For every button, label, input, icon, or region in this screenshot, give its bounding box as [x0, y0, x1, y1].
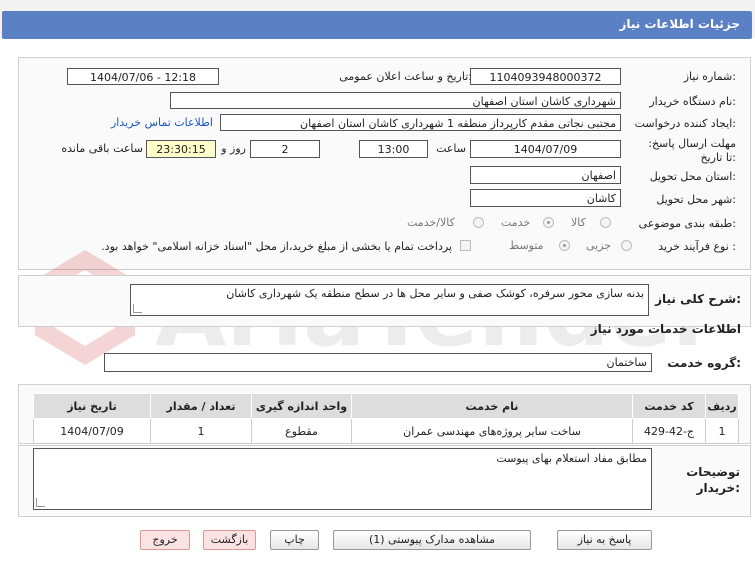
table-row: 1 ج-42-429 ساخت سایر پروژه‌های مهندسی عم… — [33, 418, 739, 444]
need-number-label: شماره نیاز: — [683, 70, 736, 83]
cell-row-number: 1 — [705, 418, 739, 444]
buyer-org-field: شهرداری کاشان استان اصفهان — [170, 92, 621, 109]
need-number-field: 1104093948000372 — [470, 68, 621, 85]
days-label: روز و — [221, 142, 246, 155]
summary-text: بدنه سازی محور سرفره، کوشک صفی و سایر مح… — [226, 287, 644, 300]
col-service-code: کد خدمت — [632, 393, 706, 419]
deadline-time-label: ساعت — [436, 142, 466, 155]
services-table: ردیف کد خدمت نام خدمت واحد اندازه گیری ت… — [33, 393, 739, 444]
col-need-date: تاریخ نیاز — [33, 393, 151, 419]
category-label: طبقه بندی موضوعی: — [638, 217, 736, 230]
deadline-label: مهلت ارسال پاسخ: تا تاریخ: — [648, 137, 736, 164]
service-group-label: گروه خدمت: — [667, 356, 741, 370]
treasury-payment-checkbox[interactable] — [460, 240, 471, 251]
cell-unit: مقطوع — [251, 418, 352, 444]
announce-date-label: تاریخ و ساعت اعلان عمومی: — [339, 70, 472, 83]
col-unit: واحد اندازه گیری — [251, 393, 352, 419]
print-button[interactable]: چاپ — [270, 530, 319, 550]
process-minor-label: جزیی — [586, 239, 612, 252]
requester-label: ایجاد کننده درخواست: — [634, 117, 736, 130]
remaining-time-label: ساعت باقی مانده — [61, 142, 143, 155]
col-service-name: نام خدمت — [351, 393, 633, 419]
summary-textarea[interactable]: بدنه سازی محور سرفره، کوشک صفی و سایر مح… — [130, 284, 649, 316]
process-medium-radio[interactable] — [559, 240, 570, 251]
category-goods-service-label: کالا/خدمت — [407, 216, 455, 229]
col-row-number: ردیف — [705, 393, 739, 419]
buyer-org-label: نام دستگاه خریدار: — [649, 95, 736, 108]
title-bar: جزئیات اطلاعات نیاز — [0, 0, 755, 39]
services-section-title: اطلاعات خدمات مورد نیاز — [590, 322, 741, 336]
city-label: شهر محل تحویل: — [656, 193, 736, 206]
days-remaining-field: 2 — [250, 140, 320, 158]
exit-button[interactable]: خروج — [140, 530, 190, 550]
category-goods-radio[interactable] — [600, 217, 611, 228]
process-minor-radio[interactable] — [621, 240, 632, 251]
service-group-field: ساختمان — [104, 353, 652, 372]
buyer-notes-textarea[interactable]: مطابق مفاد استعلام بهای پیوست — [33, 448, 652, 510]
back-button[interactable]: بازگشت — [203, 530, 256, 550]
category-service-label: خدمت — [501, 216, 531, 229]
buyer-notes-text: مطابق مفاد استعلام بهای پیوست — [496, 452, 647, 465]
process-medium-label: متوسط — [509, 239, 544, 252]
details-panel — [18, 57, 751, 270]
cell-service-code: ج-42-429 — [632, 418, 706, 444]
cell-service-name: ساخت سایر پروژه‌های مهندسی عمران — [351, 418, 633, 444]
deadline-time-field: 13:00 — [359, 140, 428, 158]
deadline-date-field: 1404/07/09 — [470, 140, 621, 158]
requester-field: مجتبی نجاتی مقدم کارپرداز منطقه 1 شهردار… — [220, 114, 621, 131]
city-field: کاشان — [470, 189, 621, 207]
reply-button[interactable]: پاسخ به نیاز — [557, 530, 652, 550]
title-bar-strip: جزئیات اطلاعات نیاز — [2, 11, 752, 39]
cell-quantity: 1 — [150, 418, 252, 444]
summary-resize-handle[interactable] — [133, 304, 142, 313]
process-type-label: نوع فرآیند خرید : — [658, 240, 736, 253]
province-field: اصفهان — [470, 166, 621, 184]
col-quantity: تعداد / مقدار — [150, 393, 252, 419]
summary-label: شرح کلی نیاز: — [655, 292, 741, 306]
page-title: جزئیات اطلاعات نیاز — [619, 17, 740, 31]
category-goods-label: کالا — [571, 216, 586, 229]
contact-info-link[interactable]: اطلاعات تماس خریدار — [111, 116, 213, 129]
cell-need-date: 1404/07/09 — [33, 418, 151, 444]
buyer-notes-resize-handle[interactable] — [36, 498, 45, 507]
buyer-notes-label: توضیحات خریدار: — [686, 465, 740, 495]
announce-date-field: 1404/07/06 - 12:18 — [67, 68, 219, 85]
treasury-payment-note: پرداخت تمام یا بخشی از مبلغ خرید،از محل … — [101, 240, 452, 253]
view-attachments-button[interactable]: مشاهده مدارک پیوستی (1) — [333, 530, 531, 550]
remaining-time-field: 23:30:15 — [146, 140, 216, 158]
services-table-header: ردیف کد خدمت نام خدمت واحد اندازه گیری ت… — [33, 393, 739, 419]
province-label: استان محل تحویل: — [649, 170, 736, 183]
category-service-radio[interactable] — [543, 217, 554, 228]
category-goods-service-radio[interactable] — [473, 217, 484, 228]
